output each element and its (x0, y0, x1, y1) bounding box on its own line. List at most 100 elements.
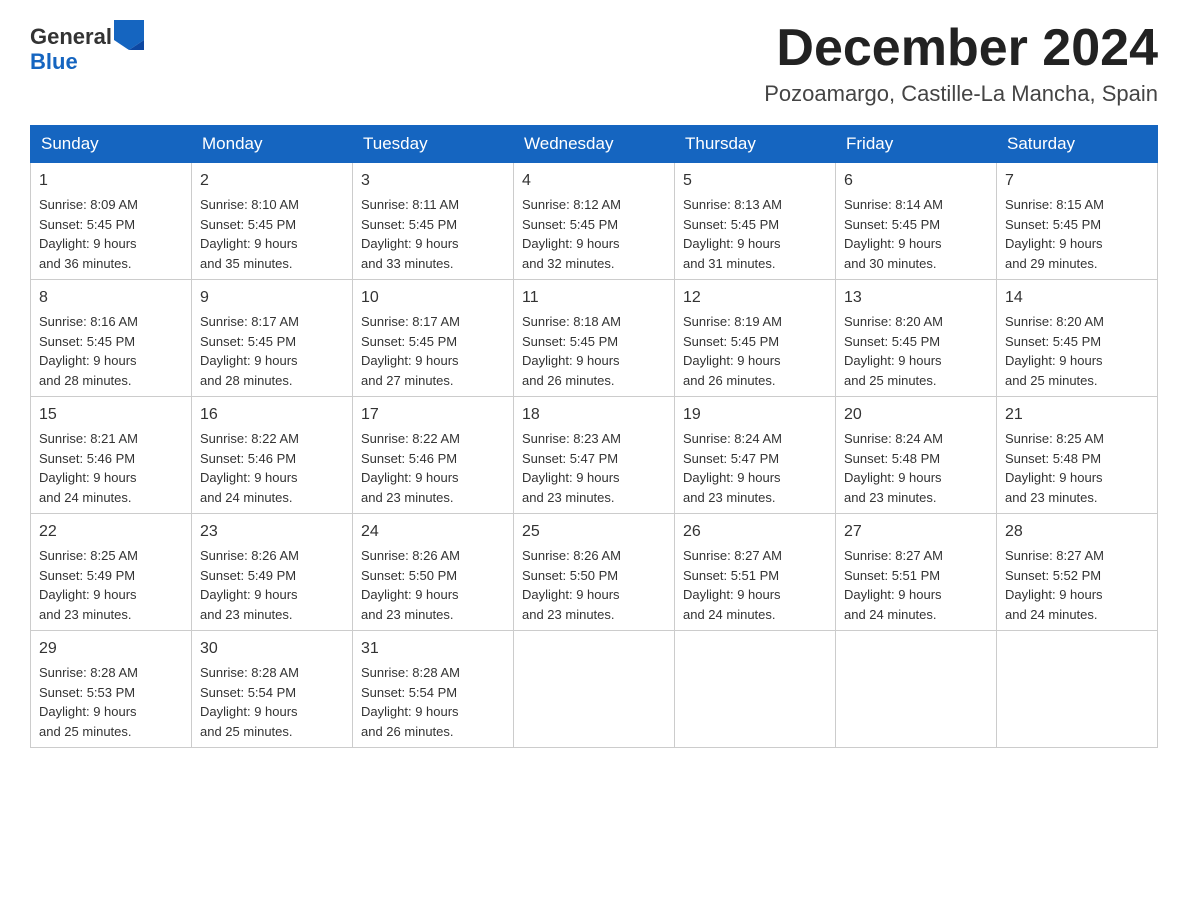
calendar-week-row: 8Sunrise: 8:16 AMSunset: 5:45 PMDaylight… (31, 280, 1158, 397)
sunrise-info: Sunrise: 8:27 AMSunset: 5:51 PMDaylight:… (683, 548, 782, 622)
day-number: 4 (522, 169, 666, 193)
logo-blue: Blue (30, 50, 144, 74)
col-thursday: Thursday (675, 126, 836, 163)
table-row: 16 Sunrise: 8:22 AMSunset: 5:46 PMDayligh… (192, 397, 353, 514)
col-sunday: Sunday (31, 126, 192, 163)
table-row: 26 Sunrise: 8:27 AMSunset: 5:51 PMDayligh… (675, 514, 836, 631)
table-row: 5 Sunrise: 8:13 AMSunset: 5:45 PMDaylight… (675, 163, 836, 280)
day-number: 19 (683, 403, 827, 427)
sunrise-info: Sunrise: 8:17 AMSunset: 5:45 PMDaylight:… (361, 314, 460, 388)
sunrise-info: Sunrise: 8:26 AMSunset: 5:50 PMDaylight:… (522, 548, 621, 622)
table-row: 8Sunrise: 8:16 AMSunset: 5:45 PMDaylight… (31, 280, 192, 397)
sunrise-info: Sunrise: 8:23 AMSunset: 5:47 PMDaylight:… (522, 431, 621, 505)
sunrise-info: Sunrise: 8:27 AMSunset: 5:52 PMDaylight:… (1005, 548, 1104, 622)
sunrise-info: Sunrise: 8:26 AMSunset: 5:49 PMDaylight:… (200, 548, 299, 622)
sunrise-info: Sunrise: 8:15 AMSunset: 5:45 PMDaylight:… (1005, 197, 1104, 271)
table-row: 1 Sunrise: 8:09 AMSunset: 5:45 PMDaylight… (31, 163, 192, 280)
logo: General Blue (30, 20, 144, 74)
table-row (997, 631, 1158, 748)
calendar-week-row: 15 Sunrise: 8:21 AMSunset: 5:46 PMDayligh… (31, 397, 1158, 514)
sunrise-info: Sunrise: 8:24 AMSunset: 5:48 PMDaylight:… (844, 431, 943, 505)
day-number: 21 (1005, 403, 1149, 427)
table-row: 14 Sunrise: 8:20 AMSunset: 5:45 PMDayligh… (997, 280, 1158, 397)
table-row: 27 Sunrise: 8:27 AMSunset: 5:51 PMDayligh… (836, 514, 997, 631)
day-number: 13 (844, 286, 988, 310)
table-row: 23 Sunrise: 8:26 AMSunset: 5:49 PMDayligh… (192, 514, 353, 631)
sunrise-info: Sunrise: 8:17 AMSunset: 5:45 PMDaylight:… (200, 314, 299, 388)
calendar-subtitle: Pozoamargo, Castille-La Mancha, Spain (764, 81, 1158, 107)
day-number: 9 (200, 286, 344, 310)
sunrise-info: Sunrise: 8:14 AMSunset: 5:45 PMDaylight:… (844, 197, 943, 271)
sunrise-info: Sunrise: 8:27 AMSunset: 5:51 PMDaylight:… (844, 548, 943, 622)
table-row: 3 Sunrise: 8:11 AMSunset: 5:45 PMDaylight… (353, 163, 514, 280)
calendar-week-row: 22 Sunrise: 8:25 AMSunset: 5:49 PMDayligh… (31, 514, 1158, 631)
sunrise-info: Sunrise: 8:20 AMSunset: 5:45 PMDaylight:… (1005, 314, 1104, 388)
sunrise-info: Sunrise: 8:11 AMSunset: 5:45 PMDaylight:… (361, 197, 459, 271)
table-row: 11Sunrise: 8:18 AMSunset: 5:45 PMDayligh… (514, 280, 675, 397)
calendar-header-row: Sunday Monday Tuesday Wednesday Thursday… (31, 126, 1158, 163)
day-number: 31 (361, 637, 505, 661)
day-number: 5 (683, 169, 827, 193)
sunrise-info: Sunrise: 8:20 AMSunset: 5:45 PMDaylight:… (844, 314, 943, 388)
sunrise-info: Sunrise: 8:25 AMSunset: 5:49 PMDaylight:… (39, 548, 138, 622)
day-number: 11 (522, 286, 666, 310)
sunrise-info: Sunrise: 8:22 AMSunset: 5:46 PMDaylight:… (200, 431, 299, 505)
day-number: 7 (1005, 169, 1149, 193)
sunrise-info: Sunrise: 8:21 AMSunset: 5:46 PMDaylight:… (39, 431, 138, 505)
table-row: 9 Sunrise: 8:17 AMSunset: 5:45 PMDaylight… (192, 280, 353, 397)
day-number: 24 (361, 520, 505, 544)
sunrise-info: Sunrise: 8:12 AMSunset: 5:45 PMDaylight:… (522, 197, 621, 271)
day-number: 27 (844, 520, 988, 544)
table-row: 19Sunrise: 8:24 AMSunset: 5:47 PMDayligh… (675, 397, 836, 514)
day-number: 18 (522, 403, 666, 427)
table-row (836, 631, 997, 748)
col-saturday: Saturday (997, 126, 1158, 163)
table-row: 17Sunrise: 8:22 AMSunset: 5:46 PMDayligh… (353, 397, 514, 514)
col-friday: Friday (836, 126, 997, 163)
day-number: 14 (1005, 286, 1149, 310)
day-number: 10 (361, 286, 505, 310)
sunrise-info: Sunrise: 8:28 AMSunset: 5:54 PMDaylight:… (200, 665, 299, 739)
table-row: 15 Sunrise: 8:21 AMSunset: 5:46 PMDayligh… (31, 397, 192, 514)
logo-general: General (30, 25, 112, 49)
calendar-title: December 2024 (764, 20, 1158, 77)
table-row: 18 Sunrise: 8:23 AMSunset: 5:47 PMDayligh… (514, 397, 675, 514)
table-row: 25 Sunrise: 8:26 AMSunset: 5:50 PMDayligh… (514, 514, 675, 631)
day-number: 3 (361, 169, 505, 193)
sunrise-info: Sunrise: 8:13 AMSunset: 5:45 PMDaylight:… (683, 197, 782, 271)
table-row (675, 631, 836, 748)
day-number: 1 (39, 169, 183, 193)
sunrise-info: Sunrise: 8:09 AMSunset: 5:45 PMDaylight:… (39, 197, 138, 271)
title-block: December 2024 Pozoamargo, Castille-La Ma… (764, 20, 1158, 107)
col-wednesday: Wednesday (514, 126, 675, 163)
calendar-week-row: 1 Sunrise: 8:09 AMSunset: 5:45 PMDaylight… (31, 163, 1158, 280)
table-row: 28 Sunrise: 8:27 AMSunset: 5:52 PMDayligh… (997, 514, 1158, 631)
day-number: 26 (683, 520, 827, 544)
sunrise-info: Sunrise: 8:10 AMSunset: 5:45 PMDaylight:… (200, 197, 299, 271)
day-number: 22 (39, 520, 183, 544)
table-row (514, 631, 675, 748)
table-row: 2Sunrise: 8:10 AMSunset: 5:45 PMDaylight… (192, 163, 353, 280)
table-row: 29Sunrise: 8:28 AMSunset: 5:53 PMDayligh… (31, 631, 192, 748)
day-number: 23 (200, 520, 344, 544)
day-number: 28 (1005, 520, 1149, 544)
day-number: 15 (39, 403, 183, 427)
day-number: 25 (522, 520, 666, 544)
col-tuesday: Tuesday (353, 126, 514, 163)
table-row: 22 Sunrise: 8:25 AMSunset: 5:49 PMDayligh… (31, 514, 192, 631)
table-row: 13 Sunrise: 8:20 AMSunset: 5:45 PMDayligh… (836, 280, 997, 397)
day-number: 6 (844, 169, 988, 193)
table-row: 30 Sunrise: 8:28 AMSunset: 5:54 PMDayligh… (192, 631, 353, 748)
sunrise-info: Sunrise: 8:22 AMSunset: 5:46 PMDaylight:… (361, 431, 460, 505)
table-row: 24Sunrise: 8:26 AMSunset: 5:50 PMDayligh… (353, 514, 514, 631)
calendar-week-row: 29Sunrise: 8:28 AMSunset: 5:53 PMDayligh… (31, 631, 1158, 748)
day-number: 16 (200, 403, 344, 427)
calendar-table: Sunday Monday Tuesday Wednesday Thursday… (30, 125, 1158, 748)
table-row: 20Sunrise: 8:24 AMSunset: 5:48 PMDayligh… (836, 397, 997, 514)
day-number: 30 (200, 637, 344, 661)
table-row: 12Sunrise: 8:19 AMSunset: 5:45 PMDayligh… (675, 280, 836, 397)
header: General Blue December 2024 Pozoamargo, C… (30, 20, 1158, 107)
table-row: 31Sunrise: 8:28 AMSunset: 5:54 PMDayligh… (353, 631, 514, 748)
sunrise-info: Sunrise: 8:16 AMSunset: 5:45 PMDaylight:… (39, 314, 138, 388)
table-row: 10 Sunrise: 8:17 AMSunset: 5:45 PMDayligh… (353, 280, 514, 397)
